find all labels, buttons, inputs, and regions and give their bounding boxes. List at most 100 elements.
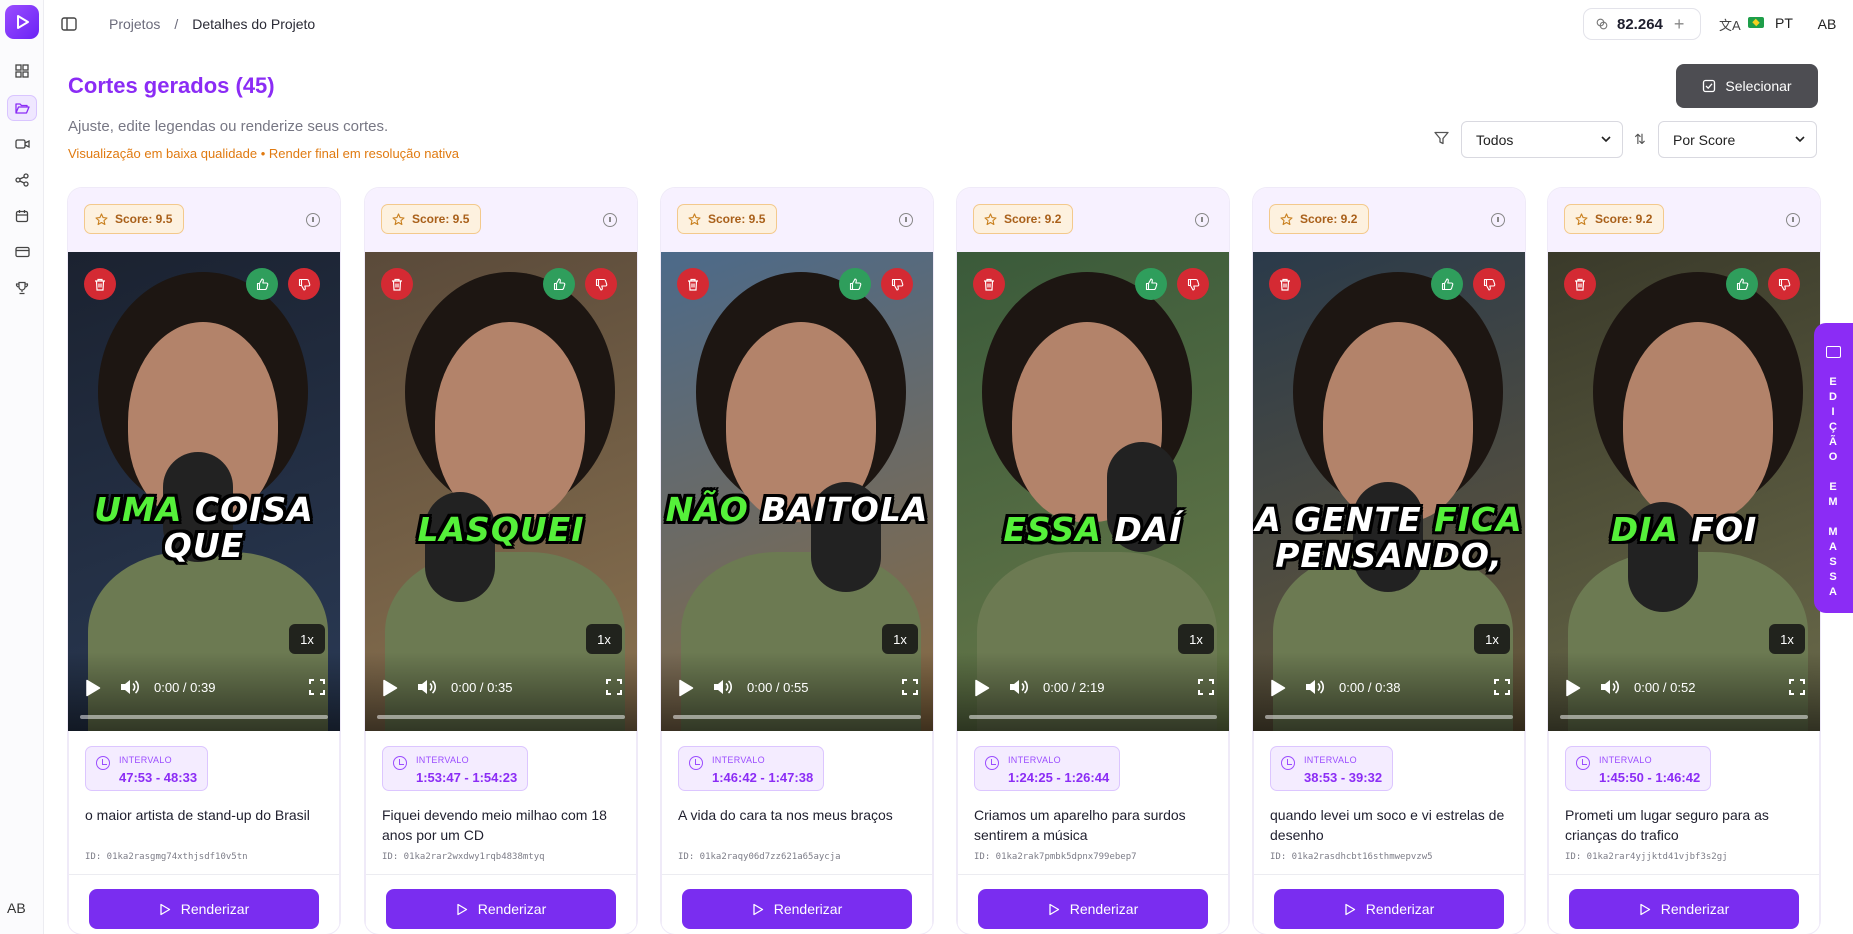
playback-speed-button[interactable]: 1x: [289, 624, 325, 654]
sidebar-user-initials[interactable]: AB: [7, 900, 26, 916]
fullscreen-icon[interactable]: [1198, 679, 1214, 695]
play-icon[interactable]: [974, 679, 990, 697]
like-button[interactable]: [246, 268, 278, 300]
render-button[interactable]: Renderizar: [386, 889, 616, 929]
score-badge: Score: 9.2: [973, 204, 1074, 234]
bulk-edit-tab[interactable]: EDIÇÃO EM MASSA: [1814, 323, 1853, 613]
video-progress-bar[interactable]: [1265, 715, 1513, 719]
delete-button[interactable]: [84, 268, 116, 300]
video-player[interactable]: A GENTE FICA PENSANDO, 1x 0:00 / 0:38: [1253, 252, 1525, 731]
add-credits-icon[interactable]: +: [1674, 14, 1685, 35]
like-button[interactable]: [1431, 268, 1463, 300]
translate-icon[interactable]: 文A: [1719, 15, 1741, 34]
delete-button[interactable]: [1564, 268, 1596, 300]
fullscreen-icon[interactable]: [1494, 679, 1510, 695]
playback-speed-button[interactable]: 1x: [1178, 624, 1214, 654]
volume-icon[interactable]: [417, 678, 437, 696]
render-button-label: Renderizar: [1069, 901, 1139, 917]
fullscreen-icon[interactable]: [902, 679, 918, 695]
video-player[interactable]: DIA FOI 1x 0:00 / 0:52: [1548, 252, 1820, 731]
fullscreen-icon[interactable]: [1789, 679, 1805, 695]
user-avatar[interactable]: AB: [1812, 10, 1842, 38]
video-progress-bar[interactable]: [1560, 715, 1808, 719]
star-icon: [392, 212, 405, 225]
dislike-button[interactable]: [1768, 268, 1800, 300]
star-icon: [1280, 212, 1293, 225]
render-button[interactable]: Renderizar: [978, 889, 1208, 929]
credits-badge[interactable]: 82.264 +: [1583, 8, 1701, 40]
like-button[interactable]: [839, 268, 871, 300]
volume-icon[interactable]: [120, 678, 140, 696]
sidebar-item-share[interactable]: [7, 167, 37, 193]
sidebar-item-projects[interactable]: [7, 95, 37, 121]
play-icon[interactable]: [1270, 679, 1286, 697]
dislike-button[interactable]: [881, 268, 913, 300]
delete-button[interactable]: [677, 268, 709, 300]
language-selector[interactable]: PT: [1775, 15, 1793, 31]
clock-icon: [985, 756, 999, 770]
info-icon[interactable]: [1491, 213, 1505, 227]
volume-icon[interactable]: [713, 678, 733, 696]
dislike-button[interactable]: [288, 268, 320, 300]
info-icon[interactable]: [1786, 213, 1800, 227]
dislike-button[interactable]: [1473, 268, 1505, 300]
interval-value: 1:24:25 - 1:26:44: [1008, 770, 1110, 785]
delete-button[interactable]: [973, 268, 1005, 300]
sidebar-item-billing[interactable]: [7, 239, 37, 265]
sidebar-toggle-icon[interactable]: [60, 15, 78, 33]
volume-icon[interactable]: [1600, 678, 1620, 696]
video-player[interactable]: ESSA DAÍ 1x 0:00 / 2:19: [957, 252, 1229, 731]
render-button[interactable]: Renderizar: [1274, 889, 1504, 929]
trash-icon: [1575, 278, 1585, 291]
sidebar-item-dashboard[interactable]: [7, 58, 37, 84]
interval-label: INTERVALO: [416, 755, 469, 765]
sort-select[interactable]: Por Score: [1658, 121, 1817, 158]
sort-icon: ⇅: [1634, 131, 1646, 147]
like-button[interactable]: [543, 268, 575, 300]
video-progress-bar[interactable]: [80, 715, 328, 719]
like-button[interactable]: [1726, 268, 1758, 300]
play-icon[interactable]: [678, 679, 694, 697]
dislike-button[interactable]: [1177, 268, 1209, 300]
select-button[interactable]: Selecionar: [1676, 64, 1818, 108]
play-icon[interactable]: [85, 679, 101, 697]
sidebar-item-trophy[interactable]: [7, 275, 37, 301]
sidebar: AB: [0, 0, 44, 934]
info-icon[interactable]: [306, 213, 320, 227]
filter-select[interactable]: Todos: [1461, 121, 1623, 158]
fullscreen-icon[interactable]: [606, 679, 622, 695]
coins-icon: [1596, 18, 1608, 30]
score-value: Score: 9.2: [1300, 212, 1358, 226]
playback-speed-button[interactable]: 1x: [586, 624, 622, 654]
render-button[interactable]: Renderizar: [89, 889, 319, 929]
play-icon[interactable]: [382, 679, 398, 697]
video-player[interactable]: LASQUEI 1x 0:00 / 0:35: [365, 252, 637, 731]
playback-speed-button[interactable]: 1x: [882, 624, 918, 654]
video-progress-bar[interactable]: [969, 715, 1217, 719]
sidebar-item-videos[interactable]: [7, 131, 37, 157]
volume-icon[interactable]: [1009, 678, 1029, 696]
sidebar-item-calendar[interactable]: [7, 203, 37, 229]
like-button[interactable]: [1135, 268, 1167, 300]
fullscreen-icon[interactable]: [309, 679, 325, 695]
app-logo[interactable]: [5, 5, 39, 39]
clock-icon: [689, 756, 703, 770]
info-icon[interactable]: [899, 213, 913, 227]
render-button[interactable]: Renderizar: [682, 889, 912, 929]
breadcrumb-projects-link[interactable]: Projetos: [109, 16, 160, 32]
play-icon[interactable]: [1565, 679, 1581, 697]
play-logo-icon: [17, 15, 29, 29]
volume-icon[interactable]: [1305, 678, 1325, 696]
delete-button[interactable]: [1269, 268, 1301, 300]
delete-button[interactable]: [381, 268, 413, 300]
playback-speed-button[interactable]: 1x: [1769, 624, 1805, 654]
info-icon[interactable]: [1195, 213, 1209, 227]
video-player[interactable]: NÃO BAITOLA 1x 0:00 / 0:55: [661, 252, 933, 731]
video-player[interactable]: UMA COISA QUE 1x 0:00 / 0:39: [68, 252, 340, 731]
dislike-button[interactable]: [585, 268, 617, 300]
video-progress-bar[interactable]: [377, 715, 625, 719]
playback-speed-button[interactable]: 1x: [1474, 624, 1510, 654]
video-progress-bar[interactable]: [673, 715, 921, 719]
info-icon[interactable]: [603, 213, 617, 227]
render-button[interactable]: Renderizar: [1569, 889, 1799, 929]
